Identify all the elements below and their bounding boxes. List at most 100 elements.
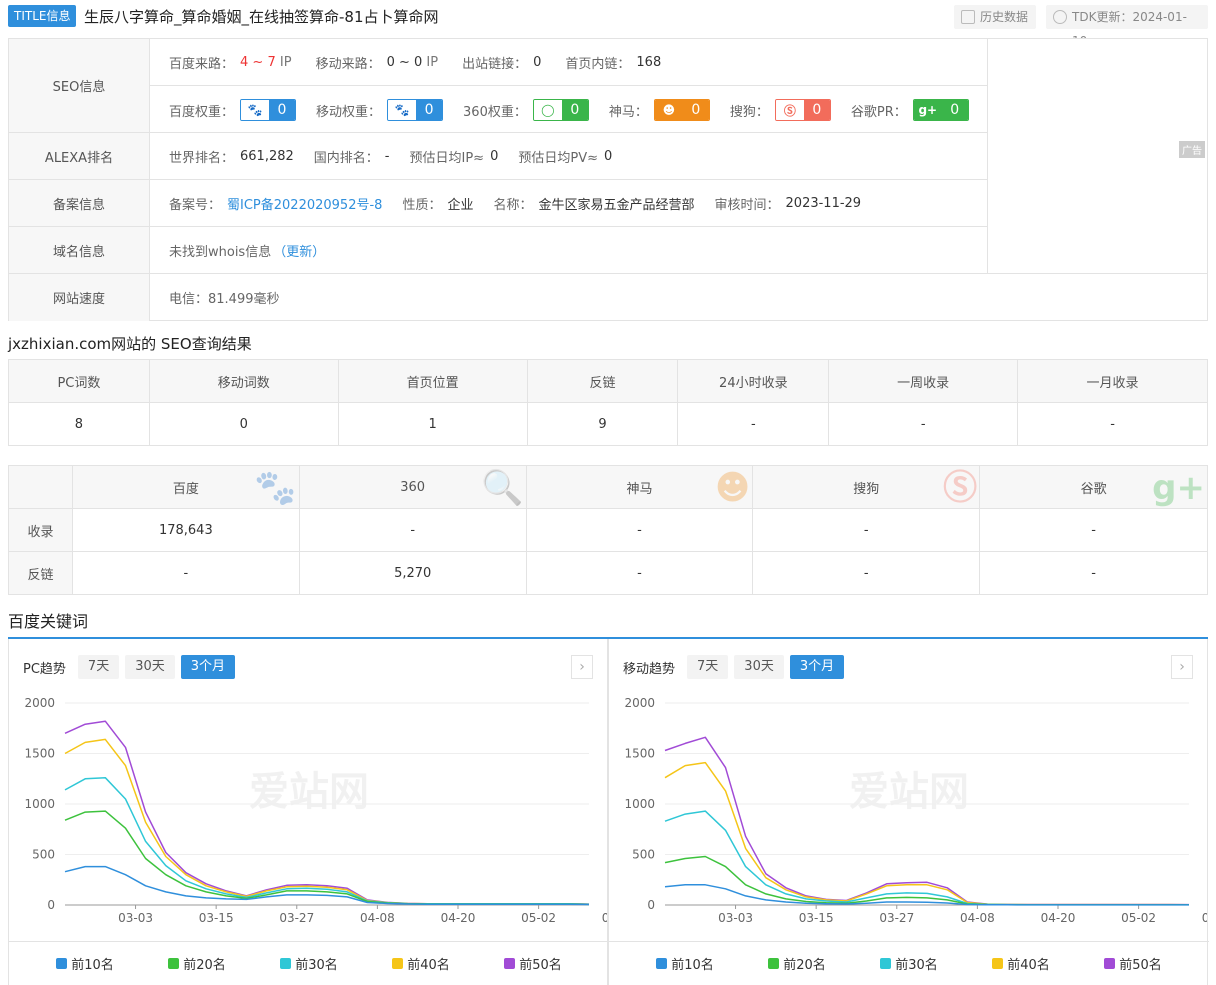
icp-no-link[interactable]: 蜀ICP备2022020952号-8 (227, 194, 382, 213)
page-title: 生辰八字算命_算命婚姻_在线抽签算命-81占卜算命网 (84, 8, 439, 26)
inlinks-value: 168 (636, 54, 662, 70)
x-tick-label: 03-27 (279, 911, 314, 925)
google-header-label: 谷歌 (1080, 481, 1107, 497)
history-button-label: 历史数据 (980, 10, 1029, 24)
y-tick-label: 1000 (24, 797, 55, 811)
th-24h-index: 24小时收录 (677, 359, 830, 403)
series-line-5 (664, 736, 1190, 906)
th-shenma: 神马 ☻ (525, 465, 754, 509)
mobile-legend-top10[interactable]: 前10名 (656, 954, 714, 973)
google-pr-value: 0 (941, 100, 968, 120)
baidu-source-value: 4 ~ 7 IP (240, 55, 292, 70)
mobile-range-30d[interactable]: 30天 (734, 655, 784, 679)
th-360: 360 🔍 (298, 465, 527, 509)
pc-range-7d[interactable]: 7天 (77, 655, 120, 679)
x-tick-label: 04-08 (960, 911, 995, 925)
mobile-range-3m[interactable]: 3个月 (789, 655, 845, 679)
speed-content: 电信：81.499毫秒 (169, 274, 280, 320)
icp-name-value: 金牛区家易五金产品经营部 (538, 197, 695, 213)
pc-chart-label: PC趋势 (23, 661, 66, 677)
sogou-icon: Ⓢ (775, 100, 804, 120)
google-index-value: - (979, 508, 1208, 552)
mobile-weight-badge[interactable]: 🐾 0 (387, 99, 444, 121)
chart-watermark: 爱站网 (249, 769, 369, 815)
mobile-source-value: 0 ~ 0 IP (387, 55, 439, 70)
baidu-index-value: 178,643 (71, 508, 300, 552)
mobile-range-7d[interactable]: 7天 (687, 655, 729, 679)
mobile-legend-top30[interactable]: 前30名 (880, 954, 938, 973)
daily-pv-key: 预估日均PV≈ (518, 150, 598, 166)
ad-box[interactable]: 广告 (987, 39, 1207, 273)
legend-label: 前30名 (295, 958, 338, 973)
speed-label: 网站速度 (9, 274, 150, 321)
shenma-header-label: 神马 (626, 481, 653, 497)
legend-label: 前50名 (519, 958, 562, 973)
360-weight-badge[interactable]: ◯ 0 (532, 99, 589, 121)
pc-legend-top20[interactable]: 前20名 (168, 954, 226, 973)
row-label-backlinks: 反链 (8, 551, 73, 595)
domestic-rank-key: 国内排名： (313, 150, 379, 166)
mobile-words-value[interactable]: 0 (148, 402, 339, 446)
pc-legend-top50[interactable]: 前50名 (504, 954, 562, 973)
legend-swatch (1104, 958, 1116, 969)
mobile-weight-key: 移动权重： (316, 104, 382, 120)
google-pr-key: 谷歌PR： (850, 104, 907, 120)
th-week-index: 一周收录 (828, 359, 1019, 403)
sogou-badge[interactable]: Ⓢ 0 (774, 99, 831, 121)
pc-range-3m[interactable]: 3个月 (180, 655, 236, 679)
pc-chart-next-icon[interactable]: › (571, 655, 593, 679)
x-tick-label: 03-15 (199, 911, 234, 925)
y-tick-label: 500 (32, 848, 55, 862)
pc-words-value[interactable]: 8 (8, 402, 150, 446)
sogou-value: 0 (803, 100, 830, 120)
mobile-weight-value: 0 (416, 100, 443, 120)
th-mobile-words: 移动词数 (148, 359, 339, 403)
site-info-panel: SEO信息 百度来路： 4 ~ 7 IP 移动来路： 0 ~ 0 IP 出站链接… (8, 38, 1208, 321)
google-pr-badge[interactable]: g+ 0 (912, 99, 969, 121)
pc-legend-top40[interactable]: 前40名 (392, 954, 450, 973)
y-tick-label: 0 (647, 898, 655, 912)
baidu-weight-key: 百度权重： (169, 104, 235, 120)
x-tick-label: 03-27 (879, 911, 914, 925)
baidu-paw-icon: 🐾 (241, 100, 270, 120)
y-tick-label: 0 (47, 898, 55, 912)
pc-legend: 前10名 前20名 前30名 前40名 前50名 (9, 941, 609, 985)
world-rank-key: 世界排名： (169, 150, 235, 166)
sogou-header-label: 搜狗 (853, 481, 880, 497)
mobile-legend-top20[interactable]: 前20名 (768, 954, 826, 973)
x-tick-label: 03-03 (118, 911, 153, 925)
icp-no-key: 备案号： (169, 197, 222, 213)
baidu-weight-badge[interactable]: 🐾 0 (240, 99, 297, 121)
pc-legend-top10[interactable]: 前10名 (56, 954, 114, 973)
tdk-update-button[interactable]: TDK更新：2024-01-10 (1046, 5, 1208, 48)
speed-row: 网站速度 电信：81.499毫秒 (9, 274, 1207, 321)
x-tick-label: 05-14 (1202, 911, 1207, 925)
engine-row-backlinks: 反链 - 5,270 - - - (8, 551, 1208, 595)
baidu-source-max: 7 (267, 54, 276, 70)
mobile-chart-next-icon[interactable]: › (1171, 655, 1193, 679)
history-button[interactable]: 历史数据 (954, 5, 1037, 29)
pc-range-30d[interactable]: 30天 (125, 655, 175, 679)
seo-info-label: SEO信息 (9, 39, 150, 132)
series-line-2 (64, 810, 590, 906)
mobile-chart-header: 移动趋势 7天 30天 3个月 (623, 655, 845, 679)
x-tick-label: 04-08 (360, 911, 395, 925)
shenma-backlinks-value: - (525, 551, 754, 595)
icp-label: 备案信息 (9, 180, 150, 226)
shenma-badge[interactable]: ☻ 0 (653, 99, 710, 121)
seo-result-header-row: PC词数 移动词数 首页位置 反链 24小时收录 一周收录 一月收录 (8, 359, 1208, 403)
outlinks-value: 0 (533, 54, 542, 70)
keyword-charts: PC趋势 7天 30天 3个月 › 爱站网 2000 1500 1000 500 0 03-… (8, 637, 1209, 985)
backlinks-value[interactable]: 9 (526, 402, 679, 446)
pc-legend-top30[interactable]: 前30名 (280, 954, 338, 973)
360-icon: ◯ (533, 100, 562, 120)
shenma-key: 神马： (608, 104, 648, 120)
mobile-legend-top40[interactable]: 前40名 (992, 954, 1050, 973)
360-index-value: - (298, 508, 527, 552)
daily-pv-value: 0 (604, 148, 613, 164)
mobile-legend-top50[interactable]: 前50名 (1104, 954, 1162, 973)
mobile-paw-icon: 🐾 (388, 100, 417, 120)
whois-update-link[interactable]: （更新） (273, 241, 325, 260)
x-tick-label: 05-02 (1121, 911, 1156, 925)
icp-nature-value: 企业 (447, 197, 474, 213)
